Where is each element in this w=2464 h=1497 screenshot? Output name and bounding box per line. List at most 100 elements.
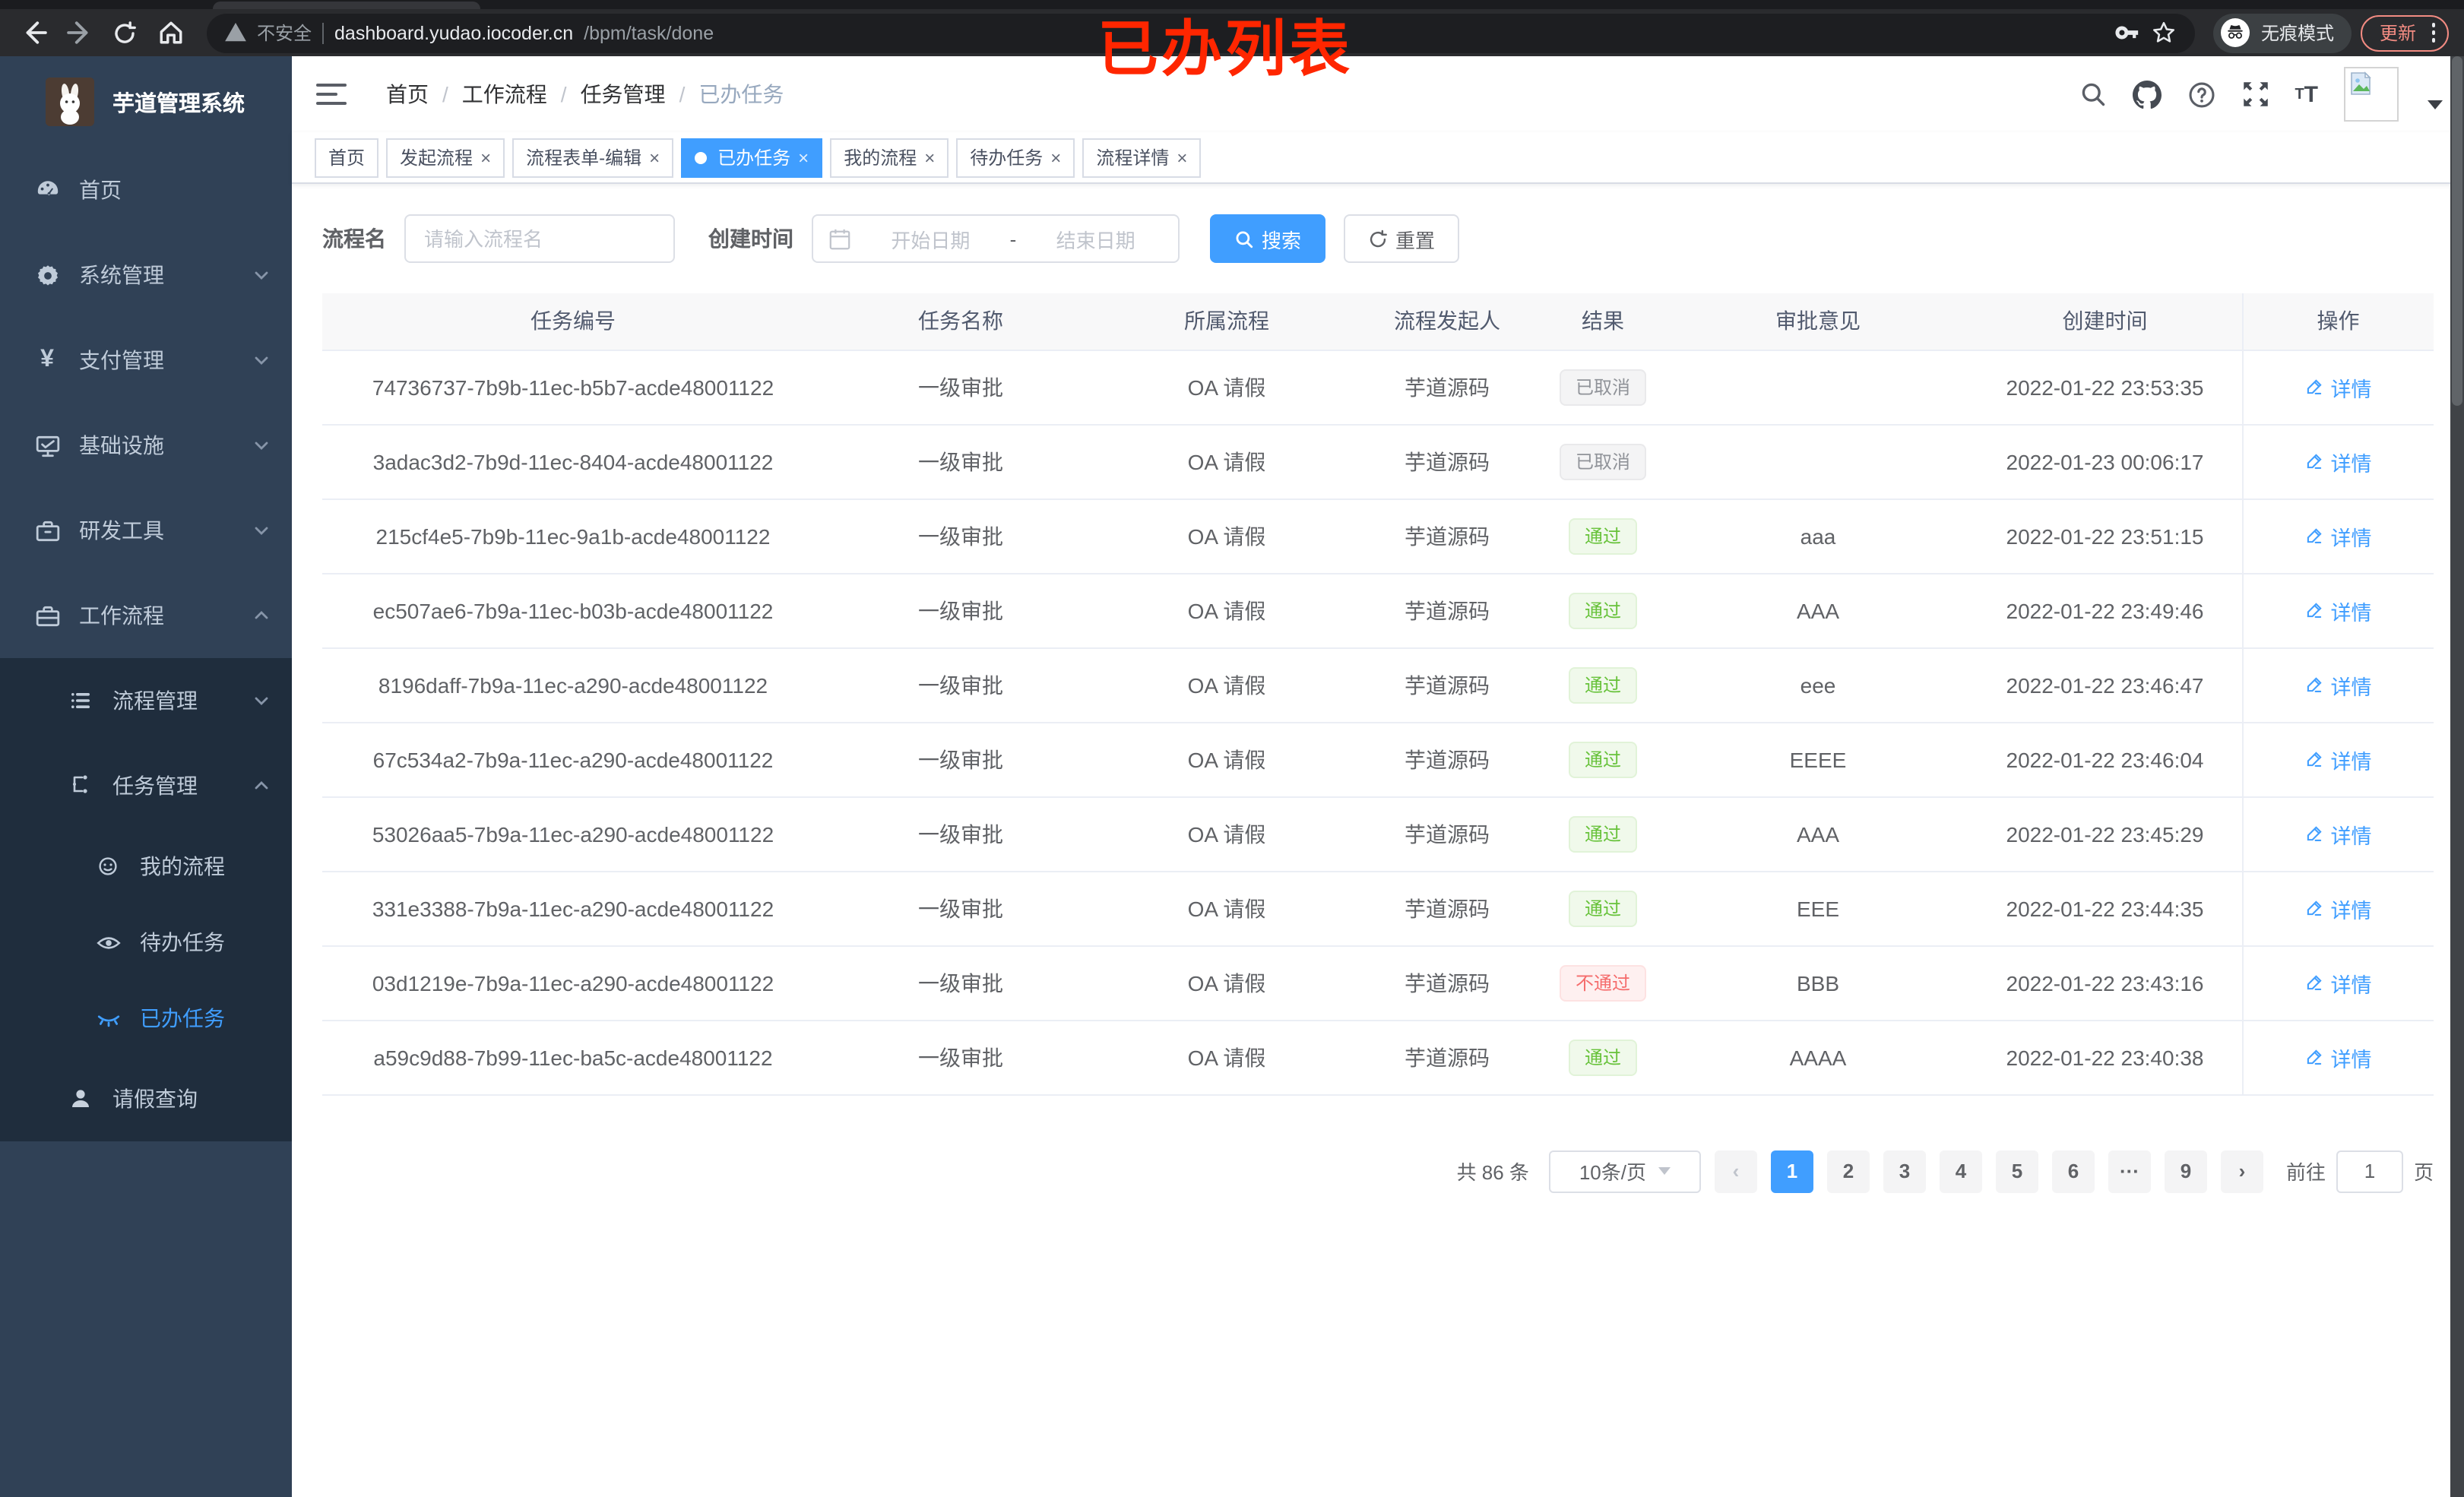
page-button-5[interactable]: 5 <box>1995 1150 2038 1192</box>
detail-button[interactable]: 详情 <box>2305 818 2372 849</box>
page-size-select[interactable]: 10条/页 <box>1548 1150 1701 1192</box>
browser-tab[interactable] <box>213 2 480 9</box>
tab-done-tasks[interactable]: 已办任务 <box>681 138 823 177</box>
breadcrumb-workflow[interactable]: 工作流程 <box>462 79 547 109</box>
close-icon[interactable] <box>924 148 935 166</box>
chrome-menu-icon[interactable] <box>2428 21 2438 46</box>
close-icon[interactable] <box>798 148 809 166</box>
detail-button[interactable]: 详情 <box>2305 446 2372 476</box>
detail-button[interactable]: 详情 <box>2305 967 2372 998</box>
task-process: OA 请假 <box>1097 796 1356 872</box>
prev-page-button[interactable]: ‹ <box>1714 1150 1757 1192</box>
sidebar-item-system[interactable]: 系统管理 <box>0 233 292 318</box>
bookmark-star-icon[interactable] <box>2152 20 2177 46</box>
detail-button[interactable]: 详情 <box>2305 893 2372 923</box>
sidebar-item-infrastructure[interactable]: 基础设施 <box>0 403 292 488</box>
browser-scrollbar[interactable] <box>2450 56 2464 1497</box>
close-icon[interactable] <box>649 148 660 166</box>
avatar[interactable] <box>2344 67 2399 122</box>
sidebar-item-home[interactable]: 首页 <box>0 147 292 233</box>
task-name: 一级审批 <box>824 871 1097 946</box>
sidebar-item-task-mgmt[interactable]: 任务管理 <box>0 743 292 828</box>
page-button-1[interactable]: 1 <box>1770 1150 1813 1192</box>
page-button-9[interactable]: 9 <box>2164 1150 2207 1192</box>
task-id: a59c9d88-7b99-11ec-ba5c-acde48001122 <box>322 1020 824 1095</box>
detail-button[interactable]: 详情 <box>2305 521 2372 551</box>
app-logo-row[interactable]: 芋道管理系统 <box>0 56 292 147</box>
task-id: 8196daff-7b9a-11ec-a290-acde48001122 <box>322 647 824 723</box>
task-starter: 芋道源码 <box>1356 945 1538 1021</box>
tab-home[interactable]: 首页 <box>315 138 379 177</box>
home-icon[interactable] <box>152 14 188 51</box>
tab-my-process[interactable]: 我的流程 <box>830 138 949 177</box>
tab-form-edit[interactable]: 流程表单-编辑 <box>512 138 674 177</box>
breadcrumb-task-mgmt[interactable]: 任务管理 <box>581 79 666 109</box>
sidebar-item-devtools[interactable]: 研发工具 <box>0 488 292 573</box>
forward-icon[interactable] <box>61 14 97 51</box>
monitor-icon <box>33 432 61 458</box>
fullscreen-icon[interactable] <box>2241 81 2269 108</box>
process-name-input[interactable] <box>404 214 675 263</box>
close-icon[interactable] <box>480 148 491 166</box>
page-button-4[interactable]: 4 <box>1939 1150 1982 1192</box>
sidebar-item-payment[interactable]: ¥ 支付管理 <box>0 318 292 403</box>
next-page-button[interactable]: › <box>2220 1150 2263 1192</box>
tab-start-process[interactable]: 发起流程 <box>386 138 505 177</box>
task-created: 2022-01-22 23:43:16 <box>1968 945 2242 1021</box>
app-title: 芋道管理系统 <box>112 92 245 116</box>
status-badge: 通过 <box>1569 815 1636 852</box>
task-created: 2022-01-22 23:46:04 <box>1968 722 2242 797</box>
tab-todo-tasks[interactable]: 待办任务 <box>956 138 1075 177</box>
sidebar-item-leave-query[interactable]: 请假查询 <box>0 1056 292 1141</box>
close-icon[interactable] <box>1177 148 1187 166</box>
sidebar-toggle-icon[interactable] <box>316 83 347 106</box>
goto-page-input[interactable] <box>2336 1150 2403 1192</box>
reset-button[interactable]: 重置 <box>1344 214 1460 263</box>
edit-pen-icon <box>2307 603 2323 618</box>
page-button-6[interactable]: 6 <box>2051 1150 2095 1192</box>
task-created: 2022-01-22 23:51:15 <box>1968 498 2242 574</box>
detail-button[interactable]: 详情 <box>2305 669 2372 700</box>
page-button-3[interactable]: 3 <box>1883 1150 1926 1192</box>
detail-button[interactable]: 详情 <box>2305 744 2372 774</box>
detail-button[interactable]: 详情 <box>2305 595 2372 625</box>
page-button-2[interactable]: 2 <box>1826 1150 1870 1192</box>
table-row: 74736737-7b9b-11ec-b5b7-acde48001122 一级审… <box>322 350 2434 425</box>
reload-icon[interactable] <box>106 14 143 51</box>
date-range-input[interactable]: 开始日期 - 结束日期 <box>812 214 1180 263</box>
breadcrumb-home[interactable]: 首页 <box>386 79 429 109</box>
sidebar-item-label: 工作流程 <box>79 603 164 628</box>
detail-button[interactable]: 详情 <box>2305 1042 2372 1072</box>
close-icon[interactable] <box>1050 148 1061 166</box>
font-size-icon[interactable]: TT <box>2295 81 2318 107</box>
sidebar-item-process-mgmt[interactable]: 流程管理 <box>0 658 292 743</box>
sidebar-item-done-tasks[interactable]: 已办任务 <box>0 980 292 1056</box>
status-badge: 通过 <box>1569 741 1636 777</box>
status-badge: 通过 <box>1569 592 1636 628</box>
page-more-button[interactable]: ··· <box>2108 1150 2151 1192</box>
edit-pen-icon <box>2307 900 2323 916</box>
task-id: 03d1219e-7b9a-11ec-a290-acde48001122 <box>322 945 824 1021</box>
back-icon[interactable] <box>15 14 52 51</box>
chevron-down-icon <box>252 436 271 454</box>
avatar-caret-icon[interactable] <box>2428 100 2443 109</box>
tab-process-detail[interactable]: 流程详情 <box>1082 138 1202 177</box>
sidebar-item-my-process[interactable]: 我的流程 <box>0 828 292 904</box>
sidebar-item-workflow[interactable]: 工作流程 <box>0 573 292 658</box>
edit-pen-icon <box>2307 379 2323 394</box>
sidebar-item-todo-tasks[interactable]: 待办任务 <box>0 904 292 980</box>
face-icon <box>94 854 122 878</box>
list-icon <box>67 688 94 713</box>
search-icon[interactable] <box>2079 81 2106 108</box>
done-task-table: 任务编号 任务名称 所属流程 流程发起人 结果 审批意见 创建时间 操作 747 <box>322 293 2434 1095</box>
edit-pen-icon <box>2307 826 2323 841</box>
search-button[interactable]: 搜索 <box>1210 214 1326 263</box>
password-key-icon[interactable] <box>2115 20 2141 46</box>
sidebar-item-label: 基础设施 <box>79 433 164 457</box>
url-path: /bpm/task/done <box>584 22 714 43</box>
table-row: 8196daff-7b9a-11ec-a290-acde48001122 一级审… <box>322 647 2434 723</box>
update-button[interactable]: 更新 <box>2361 14 2449 51</box>
github-icon[interactable] <box>2132 80 2162 109</box>
help-icon[interactable] <box>2187 80 2215 109</box>
detail-button[interactable]: 详情 <box>2305 372 2372 402</box>
